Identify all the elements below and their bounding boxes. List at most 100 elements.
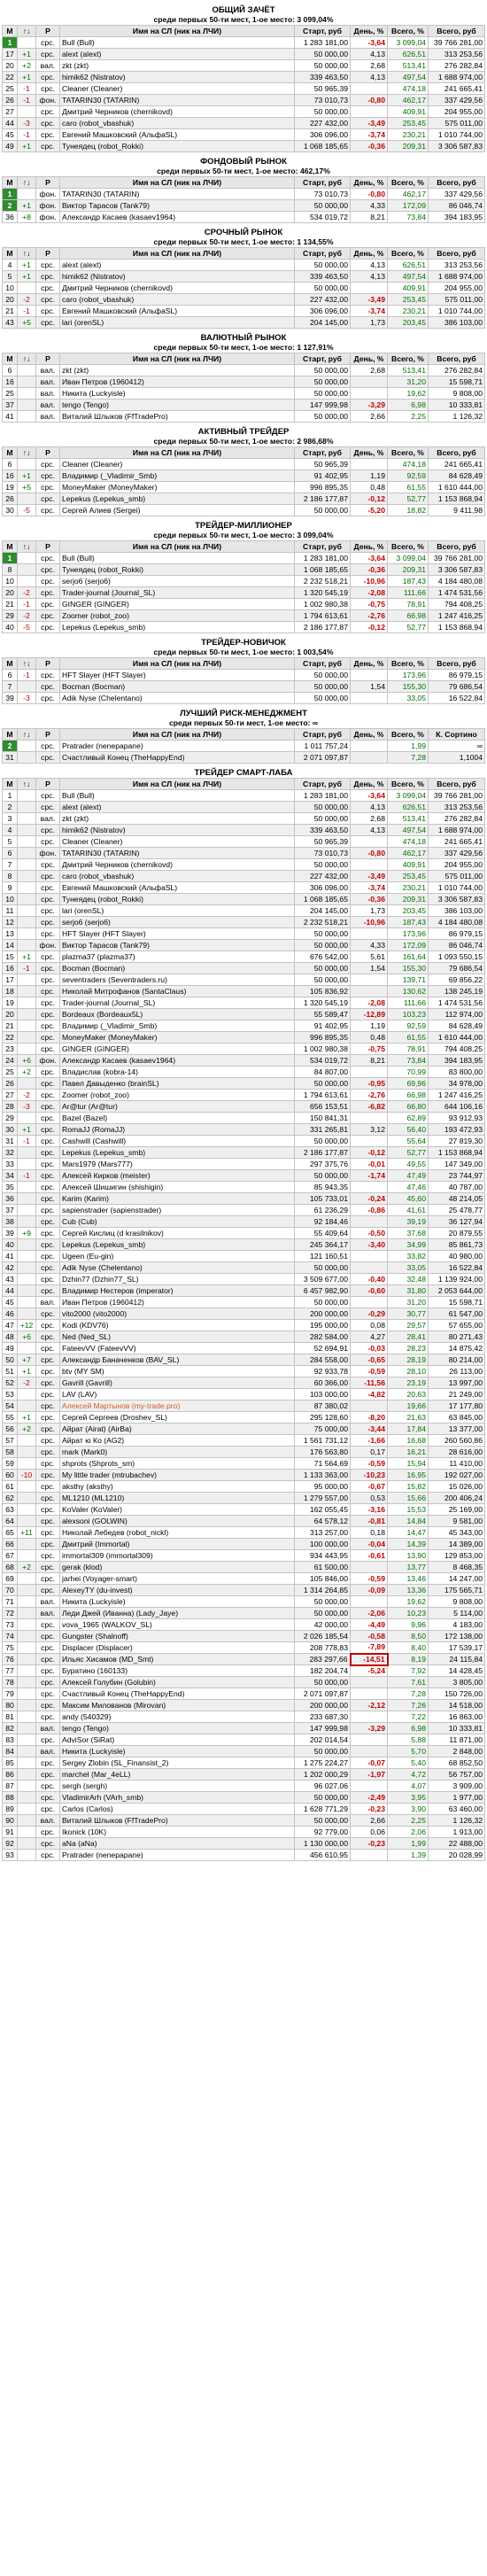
table-row[interactable]: 37 срс. sapienstrader (sapienstrader) 61 23…	[2, 1204, 485, 1216]
table-row[interactable]: 90 вал. Виталий Шлыков (FfTradePro) 50 000,…	[2, 1814, 485, 1827]
column-header-total[interactable]: Всего, %	[387, 728, 429, 741]
table-row[interactable]: 43 срс. Dzhin77 (Dzhin77_SL) 3 509 677,00 -0…	[2, 1273, 485, 1285]
column-header-start[interactable]: Старт, руб	[294, 176, 351, 189]
table-row[interactable]: 30 +1 срс. RomaJJ (RomaJJ) 331 265,81 3,12 56,…	[2, 1123, 485, 1136]
table-row[interactable]: 5 +1 срс. himik62 (Nistratov) 339 463,50 4,13…	[2, 270, 485, 283]
table-row[interactable]: 49 +1 срс. Тунеядец (robot_Rokki) 1 068 185,…	[2, 140, 485, 152]
table-row[interactable]: 21 срс. Владимир (_Vladimir_Smb) 91 402,95 1…	[2, 1020, 485, 1032]
table-row[interactable]: 80 срс. Максим Милованов (Mirovan) 200 000,…	[2, 1699, 485, 1711]
table-row[interactable]: 12 срс. serjo6 (serjo6) 2 232 518,21 -10,96 1…	[2, 916, 485, 928]
table-row[interactable]: 19 срс. Trader-journal (Journal_SL) 1 320 5…	[2, 997, 485, 1009]
column-header-name[interactable]: Имя на СЛ (ник на ЛЧИ)	[59, 176, 295, 189]
table-row[interactable]: 22 срс. MoneyMaker (MoneyMaker) 996 895,35 0…	[2, 1031, 485, 1044]
table-row[interactable]: 17 +1 срс. alext (alext) 50 000,00 4,13 626,51…	[2, 48, 485, 60]
column-header-total[interactable]: Всего, %	[387, 778, 429, 790]
table-row[interactable]: 47 +12 срс. Kodi (KDV76) 195 000,00 0,08 29,57…	[2, 1319, 485, 1331]
table-row[interactable]: 51 +1 срс. btv (MY SM) 92 933,78 -0,59 28,10 26…	[2, 1365, 485, 1377]
table-row[interactable]: 66 срс. Дмитрий (Immortal) 100 000,00 -0,04 1…	[2, 1538, 485, 1550]
column-header-day[interactable]: День, %	[350, 728, 388, 741]
table-row[interactable]: 32 срс. Lepekus (Lepekus_smb) 2 186 177,87-…	[2, 1146, 485, 1159]
column-header-start[interactable]: Старт, руб	[294, 25, 351, 37]
table-row[interactable]: 26 -1 фон. TATARIN30 (TATARIN) 73 010,73 -0,8…	[2, 94, 485, 106]
table-row[interactable]: 40 срс. Lepekus (Lepekus_smb) 245 364,17 -3,…	[2, 1238, 485, 1251]
table-row[interactable]: 31 срс. Счастливый Конец (TheHappyEnd) 2 07…	[2, 751, 485, 764]
column-header-sum[interactable]: Всего, руб	[428, 25, 485, 37]
column-header-name[interactable]: Имя на СЛ (ник на ЛЧИ)	[59, 353, 295, 365]
table-row[interactable]: 33 срс. Mars1979 (Mars777) 297 375,76 -0,01 4…	[2, 1158, 485, 1170]
table-row[interactable]: 45 вал. Иван Петров (1960412) 50 000,00 31,2…	[2, 1296, 485, 1308]
table-row[interactable]: 4 +1 срс. alext (alext) 50 000,00 4,13 626,51 3…	[2, 259, 485, 271]
table-row[interactable]: 34 -1 срс. Алексей Кирков (meister) 50 000,0…	[2, 1169, 485, 1182]
table-row[interactable]: 59 срс. shprots (Shprots_sm) 71 564,69 -0,59…	[2, 1457, 485, 1470]
table-row[interactable]: 81 срс. andy (540329) 233 687,30 7,22 16 863,…	[2, 1711, 485, 1723]
column-header-sum[interactable]: Всего, руб	[428, 446, 485, 459]
table-row[interactable]: 17 срс. seventraders (Seventraders.ru) 50 0…	[2, 974, 485, 986]
table-row[interactable]: 82 вал. tengo (Tengo) 147 999,98 -3,29 6,98 10…	[2, 1722, 485, 1734]
column-header-p[interactable]: P	[35, 728, 60, 741]
table-row[interactable]: 2 срс. Pratrader (nenepapane) 1 011 757,24 1…	[2, 740, 485, 752]
column-header-day[interactable]: День, %	[350, 25, 388, 37]
column-header-name[interactable]: Имя на СЛ (ник на ЛЧИ)	[59, 540, 295, 553]
table-row[interactable]: 49 срс. FateevVV (FateevVV) 52 694,91 -0,03 2…	[2, 1342, 485, 1354]
column-header-p[interactable]: P	[35, 446, 60, 459]
table-row[interactable]: 42 срс. Adik Nyse (Chelentano) 50 000,00 33,…	[2, 1261, 485, 1274]
column-header-p[interactable]: P	[35, 657, 60, 670]
table-row[interactable]: 29 срс. Bazel (Bazel) 150 841,31 62,89 93 912…	[2, 1112, 485, 1124]
table-row[interactable]: 26 срс. Павел Давыденко (brainSL) 50 000,00…	[2, 1077, 485, 1090]
column-header-total[interactable]: Всего, %	[387, 247, 429, 260]
column-header-name[interactable]: Имя на СЛ (ник на ЛЧИ)	[59, 728, 295, 741]
table-row[interactable]: 69 срс. jarhei (Voyager-smart) 105 846,00 -0…	[2, 1572, 485, 1585]
table-row[interactable]: 35 срс. Алексей Шишигин (shishigin) 85 943,…	[2, 1181, 485, 1193]
column-header-place[interactable]: М	[2, 728, 18, 741]
table-row[interactable]: 67 срс. immortal309 (immortal309) 934 443,9…	[2, 1549, 485, 1562]
table-row[interactable]: 7 срс. Bocman (Bocman) 50 000,00 1,54 155,30 7…	[2, 680, 485, 693]
table-row[interactable]: 1 срс. Bull (Bull) 1 283 181,00 -3,64 3 099,0…	[2, 552, 485, 564]
column-header-change[interactable]: ↑↓	[17, 540, 36, 553]
column-header-change[interactable]: ↑↓	[17, 728, 36, 741]
column-header-sum[interactable]: Всего, руб	[428, 657, 485, 670]
table-row[interactable]: 37 вал. tengo (Tengo) 147 999,98 -3,29 6,98 10…	[2, 399, 485, 411]
table-row[interactable]: 1 срс. Bull (Bull) 1 283 181,00 -3,64 3 099,0…	[2, 36, 485, 49]
table-row[interactable]: 44 срс. Владимир Нестеров (imperator) 6 457…	[2, 1284, 485, 1297]
table-row[interactable]: 83 срс. AdviSor (SiRat) 202 014,54 5,88 11 87…	[2, 1734, 485, 1746]
table-row[interactable]: 41 срс. Ugeen (Eu-gin) 121 160,51 33,82 40 98…	[2, 1250, 485, 1262]
table-row[interactable]: 2 +1 фон. Виктор Тарасов (Tank79) 50 000,00 4…	[2, 199, 485, 212]
column-header-name[interactable]: Имя на СЛ (ник на ЛЧИ)	[59, 247, 295, 260]
table-row[interactable]: 64 срс. alexsoni (GOLWIN) 64 578,12 -0,81 14,…	[2, 1515, 485, 1527]
column-header-day[interactable]: День, %	[350, 657, 388, 670]
table-row[interactable]: 21 -1 срс. GINGER (GINGER) 1 002 980,38 -0,75…	[2, 598, 485, 610]
table-row[interactable]: 53 срс. LAV (LAV) 103 000,00 -4,82 20,63 21 24…	[2, 1388, 485, 1401]
table-row[interactable]: 78 срс. Алексей Голубин (Golubin) 50 000,00…	[2, 1676, 485, 1688]
table-row[interactable]: 58 срс. mark (Mark0) 176 563,80 0,17 16,21 28 …	[2, 1446, 485, 1458]
table-row[interactable]: 11 срс. lari (orenSL) 204 145,00 1,73 203,45 3…	[2, 904, 485, 917]
column-header-start[interactable]: Старт, руб	[294, 353, 351, 365]
table-row[interactable]: 1 срс. Bull (Bull) 1 283 181,00 -3,64 3 099,0…	[2, 789, 485, 802]
table-row[interactable]: 15 +1 срс. plazma37 (plazma37) 676 542,00 5,6…	[2, 950, 485, 963]
column-header-p[interactable]: P	[35, 176, 60, 189]
table-row[interactable]: 43 +5 срс. lari (orenSL) 204 145,00 1,73 203,4…	[2, 316, 485, 329]
table-row[interactable]: 70 срс. AlexeyTY (du-invest) 1 314 264,85 -0…	[2, 1584, 485, 1596]
column-header-name[interactable]: Имя на СЛ (ник на ЛЧИ)	[59, 25, 295, 37]
table-row[interactable]: 6 вал. zkt (zkt) 50 000,00 2,68 513,41 276 282…	[2, 364, 485, 376]
column-header-total[interactable]: Всего, %	[387, 446, 429, 459]
table-row[interactable]: 36 срс. Karim (Karim) 105 733,01 -0,24 45,60 4…	[2, 1192, 485, 1205]
table-row[interactable]: 3 вал. zkt (zkt) 50 000,00 2,68 513,41 276 282…	[2, 812, 485, 825]
column-header-start[interactable]: Старт, руб	[294, 247, 351, 260]
column-header-change[interactable]: ↑↓	[17, 176, 36, 189]
table-row[interactable]: 56 +2 срс. Айрат (Airat) (AirBa) 75 000,00 -3…	[2, 1423, 485, 1435]
table-row[interactable]: 25 +2 срс. Владислав (kobra-14) 84 807,00 70,…	[2, 1066, 485, 1078]
table-row[interactable]: 28 -3 срс. Ar@tur (Ar@tur) 656 153,51 -6,82 66…	[2, 1100, 485, 1113]
table-row[interactable]: 6 -1 срс. HFT Slayer (HFT Slayer) 50 000,00 1…	[2, 669, 485, 681]
column-header-place[interactable]: М	[2, 446, 18, 459]
table-row[interactable]: 44 -3 срс. caro (robot_vbashuk) 227 432,00 -3…	[2, 117, 485, 129]
table-row[interactable]: 20 +2 вал. zkt (zkt) 50 000,00 2,68 513,41 276 …	[2, 59, 485, 72]
table-row[interactable]: 13 срс. HFT Slayer (HFT Slayer) 50 000,00 17…	[2, 927, 485, 940]
table-row[interactable]: 72 вал. Леди Джей (Иванна) (Lady_Jaye) 50 0…	[2, 1607, 485, 1619]
table-row[interactable]: 46 срс. vito2000 (vito2000) 200 000,00 -0,29…	[2, 1307, 485, 1320]
table-row[interactable]: 10 срс. Дмитрий Черников (chernikovd) 50 00…	[2, 282, 485, 294]
column-header-name[interactable]: Имя на СЛ (ник на ЛЧИ)	[59, 657, 295, 670]
table-row[interactable]: 92 срс. aNa (aNa) 1 130 000,00 -0,23 1,99 22 4…	[2, 1837, 485, 1850]
column-header-place[interactable]: М	[2, 353, 18, 365]
table-row[interactable]: 27 срс. Дмитрий Черников (chernikovd) 50 00…	[2, 105, 485, 118]
column-header-day[interactable]: День, %	[350, 247, 388, 260]
